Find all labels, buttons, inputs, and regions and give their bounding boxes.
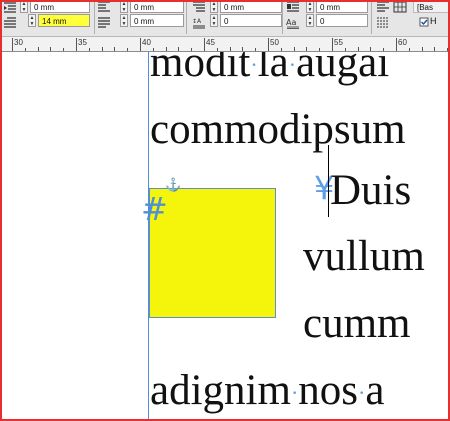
drop-cap-lines-stepper[interactable]: ▲ ▼: [306, 0, 314, 13]
text-line-2[interactable]: commodipsum: [150, 105, 406, 155]
hidden-space-marker: ·: [288, 52, 297, 77]
ruler-label: 30: [14, 38, 23, 47]
left-indent-stepper[interactable]: ▲ ▼: [20, 0, 28, 13]
text-line-4[interactable]: vullum: [303, 232, 425, 282]
right-indent-group: ▲ ▼ 0 mm ▲ ▼ 0 mm: [95, 0, 185, 36]
ruler-label: 35: [78, 38, 87, 47]
hyphenate-label: H: [430, 16, 437, 26]
space-after-field[interactable]: 0: [220, 14, 282, 27]
baseline-field[interactable]: [Bas: [413, 0, 450, 13]
ruler-minor-tick: [408, 48, 410, 51]
ruler-major-tick: [332, 38, 333, 51]
text-line-1[interactable]: modit·la·augai: [150, 52, 389, 94]
first-line-indent-stepper[interactable]: ▲ ▼: [28, 14, 36, 27]
separator: [186, 2, 187, 34]
space-before-stepper[interactable]: ▲ ▼: [210, 0, 218, 13]
ruler-minor-tick: [216, 48, 218, 51]
space-after-stepper[interactable]: ▲ ▼: [210, 14, 218, 27]
paragraph-control-bar: ▲ ▼ 0 mm ▲ ▼ 14 mm ▲ ▼ 0 mm ▲ ▼ 0 mm ▲ ▼ 0 mm…: [0, 0, 450, 37]
ruler-minor-tick: [421, 47, 423, 51]
ruler-label: 45: [206, 38, 215, 47]
ruler-minor-tick: [24, 48, 26, 51]
grid-view-icon[interactable]: [393, 1, 407, 13]
ruler-major-tick: [76, 38, 77, 51]
anchor-icon: ⚓: [165, 177, 182, 192]
ruler-minor-tick: [50, 47, 52, 51]
hyphenate-checkbox[interactable]: [417, 16, 429, 28]
ruler-minor-tick: [152, 48, 154, 51]
ruler-minor-tick: [127, 48, 129, 51]
ruler-minor-tick: [88, 48, 90, 51]
text-cursor: [328, 145, 329, 217]
svg-text:↕A: ↕A: [192, 18, 202, 25]
ruler-major-tick: [268, 38, 269, 51]
ruler-label: 55: [334, 38, 343, 47]
separator: [371, 2, 372, 34]
ruler-minor-tick: [37, 47, 39, 51]
first-line-indent-icon: [3, 17, 17, 29]
align-grid-icon[interactable]: [376, 17, 390, 29]
space-before-icon: [192, 1, 206, 13]
ruler-major-tick: [396, 38, 397, 51]
space-after-icon: ↕A: [192, 17, 206, 29]
ruler-major-tick: [140, 38, 141, 51]
space-before-field[interactable]: 0 mm: [220, 0, 282, 13]
horizontal-ruler[interactable]: 30 35 40 45 50 55 60: [0, 37, 450, 52]
ruler-minor-tick: [370, 47, 372, 51]
ruler-minor-tick: [191, 48, 193, 51]
right-indent-stepper-a[interactable]: ▲ ▼: [120, 0, 128, 13]
hidden-space-marker: ·: [290, 380, 299, 405]
hidden-space-marker: ·: [358, 380, 366, 405]
drop-cap-icon: Aa: [286, 17, 300, 29]
ruler-minor-tick: [63, 48, 65, 51]
right-indent-field[interactable]: 0 mm: [130, 14, 184, 27]
drop-cap-chars-field[interactable]: 0: [316, 14, 368, 27]
ruler-minor-tick: [306, 47, 308, 51]
text-line-6[interactable]: adignim·nos·a: [150, 366, 384, 421]
right-indent-icon: [97, 1, 111, 13]
ruler-minor-tick: [242, 47, 244, 51]
ruler-label: 60: [398, 38, 407, 47]
ruler-minor-tick: [319, 48, 321, 51]
drop-cap-chars-stepper[interactable]: ▲ ▼: [306, 14, 314, 27]
text-line-3[interactable]: Duis: [330, 166, 411, 216]
align-left-icon[interactable]: [376, 1, 390, 13]
inline-frame-marker-icon: #: [141, 190, 168, 228]
text-line-1-content: modit·la·augai: [150, 52, 390, 86]
hidden-space-marker: ·: [250, 52, 258, 77]
ruler-label: 50: [270, 38, 279, 47]
ruler-minor-tick: [280, 48, 282, 51]
ruler-minor-tick: [101, 47, 103, 51]
ruler-minor-tick: [344, 48, 346, 51]
last-line-indent-icon: [97, 17, 111, 29]
first-line-indent-field[interactable]: 14 mm: [38, 14, 90, 27]
right-indent-stepper[interactable]: ▲ ▼: [120, 14, 128, 27]
document-canvas[interactable]: modit·la·augai commodipsum # ⚓ ¥ Duis vu…: [0, 52, 450, 421]
ruler-major-tick: [204, 38, 205, 51]
ruler-major-tick: [12, 38, 13, 51]
right-indent-field-a[interactable]: 0 mm: [130, 0, 184, 13]
ruler-minor-tick: [255, 48, 257, 51]
drop-cap-lines-icon: [286, 1, 300, 13]
drop-cap-group: ▲ ▼ 0 mm Aa ▲ ▼ 0: [284, 0, 370, 36]
text-line-5[interactable]: cumm: [303, 299, 410, 349]
ruler-minor-tick: [293, 47, 295, 51]
ruler-minor-tick: [447, 48, 449, 51]
ruler-minor-tick: [114, 47, 116, 51]
drop-cap-lines-field[interactable]: 0 mm: [316, 0, 368, 13]
ruler-minor-tick: [434, 47, 436, 51]
ruler-label: 40: [142, 38, 151, 47]
yellow-inline-frame[interactable]: [149, 188, 276, 318]
left-indent-field[interactable]: 0 mm: [30, 0, 90, 13]
grid-align-group: [Bas H: [373, 0, 450, 36]
ruler-minor-tick: [178, 47, 180, 51]
separator: [282, 2, 283, 34]
svg-text:Aa: Aa: [286, 18, 296, 27]
ruler-minor-tick: [357, 47, 359, 51]
ruler-minor-tick: [383, 48, 385, 51]
ruler-minor-tick: [229, 47, 231, 51]
left-indent-icon: [3, 2, 17, 14]
ruler-minor-tick: [165, 47, 167, 51]
